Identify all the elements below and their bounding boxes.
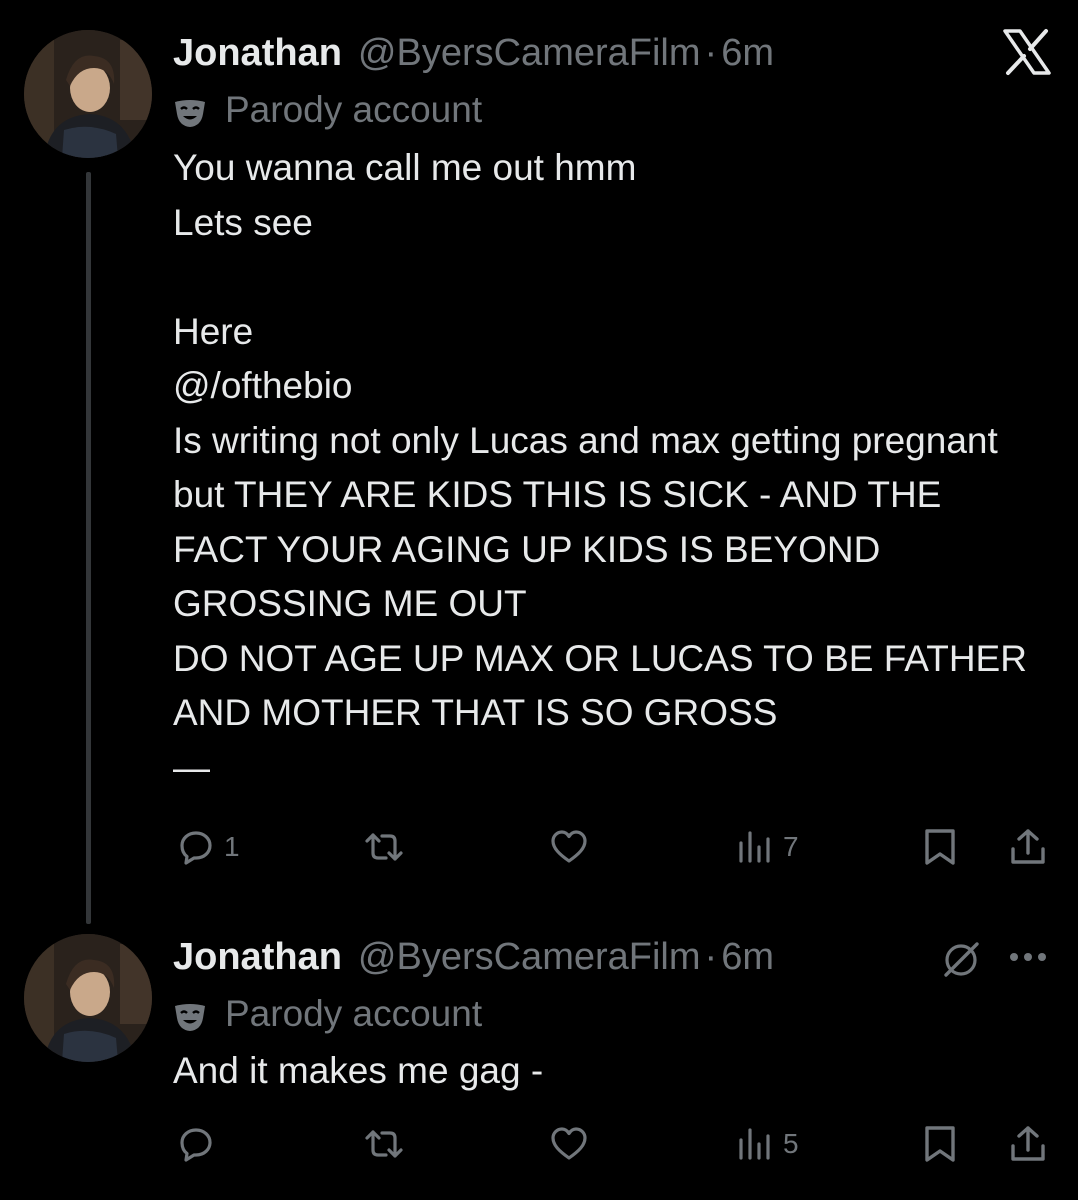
timestamp[interactable]: 6m <box>721 934 774 980</box>
reply-button[interactable]: 1 <box>176 822 240 872</box>
views-button[interactable]: 7 <box>735 822 799 872</box>
bookmark-icon <box>925 829 955 865</box>
parody-label-text: Parody account <box>225 89 483 130</box>
reply-icon <box>180 1128 212 1162</box>
bookmark-button[interactable] <box>920 1119 960 1169</box>
reply-icon <box>180 831 212 865</box>
tweet-actions: 5 <box>0 1119 1078 1169</box>
heart-icon <box>551 1127 587 1160</box>
like-button[interactable] <box>549 1119 597 1169</box>
author-handle[interactable]: @ByersCameraFilm <box>358 934 701 980</box>
tweet-text: And it makes me gag - <box>173 1050 544 1091</box>
tweet-header: Jonathan @ByersCameraFilm · 6m <box>173 30 774 76</box>
repost-button[interactable] <box>364 822 412 872</box>
views-count: 7 <box>783 831 799 862</box>
grok-icon[interactable] <box>940 938 982 980</box>
avatar-image <box>24 934 152 1062</box>
share-icon <box>1011 1126 1045 1161</box>
tweet-text: You wanna call me out hmm Lets see Here … <box>173 147 1027 788</box>
thread-line <box>86 172 91 924</box>
author-name[interactable]: Jonathan <box>173 30 342 76</box>
parody-mask-icon <box>173 999 207 1031</box>
separator: · <box>704 936 718 978</box>
reply-count: 1 <box>224 831 240 862</box>
separator: · <box>704 32 718 74</box>
views-icon <box>739 1128 770 1160</box>
share-icon <box>1011 829 1045 864</box>
share-button[interactable] <box>1008 822 1048 872</box>
avatar-image <box>24 30 152 158</box>
bookmark-icon <box>925 1126 955 1162</box>
tweet-header: Jonathan @ByersCameraFilm · 6m <box>173 934 774 980</box>
views-count: 5 <box>783 1128 799 1159</box>
author-name[interactable]: Jonathan <box>173 934 342 980</box>
more-icon[interactable] <box>1008 950 1048 964</box>
parody-label-text: Parody account <box>225 993 483 1034</box>
bookmark-button[interactable] <box>920 822 960 872</box>
timestamp[interactable]: 6m <box>721 30 774 76</box>
heart-icon <box>551 830 587 863</box>
avatar[interactable] <box>24 934 152 1062</box>
tweet-1[interactable]: Jonathan @ByersCameraFilm · 6m Parody ac… <box>0 0 1078 924</box>
tweet-2[interactable]: Jonathan @ByersCameraFilm · 6m Parody ac… <box>0 920 1078 1200</box>
repost-icon <box>365 1130 403 1158</box>
author-handle[interactable]: @ByersCameraFilm <box>358 30 701 76</box>
views-icon <box>739 831 770 863</box>
views-button[interactable]: 5 <box>735 1119 799 1169</box>
x-logo-icon[interactable] <box>1002 28 1052 76</box>
avatar[interactable] <box>24 30 152 158</box>
like-button[interactable] <box>549 822 597 872</box>
repost-icon <box>365 833 403 861</box>
parody-label: Parody account <box>173 88 482 132</box>
reply-button[interactable] <box>176 1119 224 1169</box>
parody-label: Parody account <box>173 992 482 1036</box>
parody-mask-icon <box>173 95 207 127</box>
tweet-actions: 1 7 <box>0 822 1078 872</box>
share-button[interactable] <box>1008 1119 1048 1169</box>
repost-button[interactable] <box>364 1119 412 1169</box>
